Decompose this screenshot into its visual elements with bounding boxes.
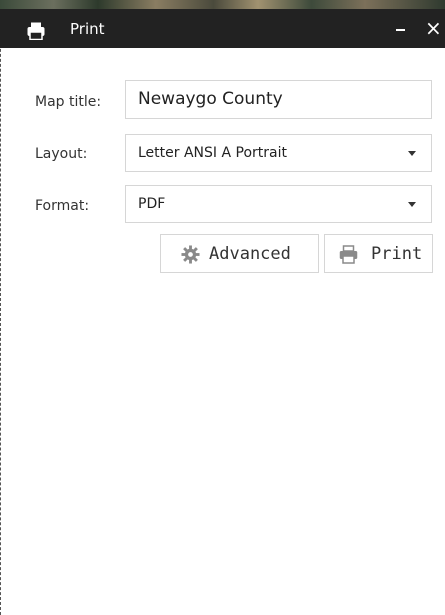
printer-icon xyxy=(27,22,45,40)
chevron-down-icon xyxy=(408,151,416,156)
minimize-button[interactable] xyxy=(393,16,409,38)
layout-select[interactable]: Letter ANSI A Portrait xyxy=(125,134,432,172)
panel-header: Print × xyxy=(0,9,445,48)
format-select[interactable]: PDF xyxy=(125,185,432,223)
close-icon: × xyxy=(425,16,442,40)
panel-title: Print xyxy=(70,20,105,38)
gear-icon xyxy=(181,245,200,264)
printer-icon xyxy=(339,245,358,264)
map-title-value: Newaygo County xyxy=(138,89,283,109)
print-button[interactable]: Print xyxy=(324,234,433,273)
print-button-label: Print xyxy=(371,244,423,264)
map-background-strip xyxy=(0,0,445,9)
panel-left-edge xyxy=(0,9,1,615)
advanced-button-label: Advanced xyxy=(209,244,291,264)
chevron-down-icon xyxy=(408,202,416,207)
layout-value: Letter ANSI A Portrait xyxy=(138,145,287,161)
advanced-button[interactable]: Advanced xyxy=(160,234,319,273)
format-value: PDF xyxy=(138,196,166,212)
format-label: Format: xyxy=(35,198,90,214)
map-title-label: Map title: xyxy=(35,94,102,110)
map-title-input[interactable]: Newaygo County xyxy=(125,80,432,119)
layout-label: Layout: xyxy=(35,146,88,162)
close-button[interactable]: × xyxy=(425,17,445,39)
